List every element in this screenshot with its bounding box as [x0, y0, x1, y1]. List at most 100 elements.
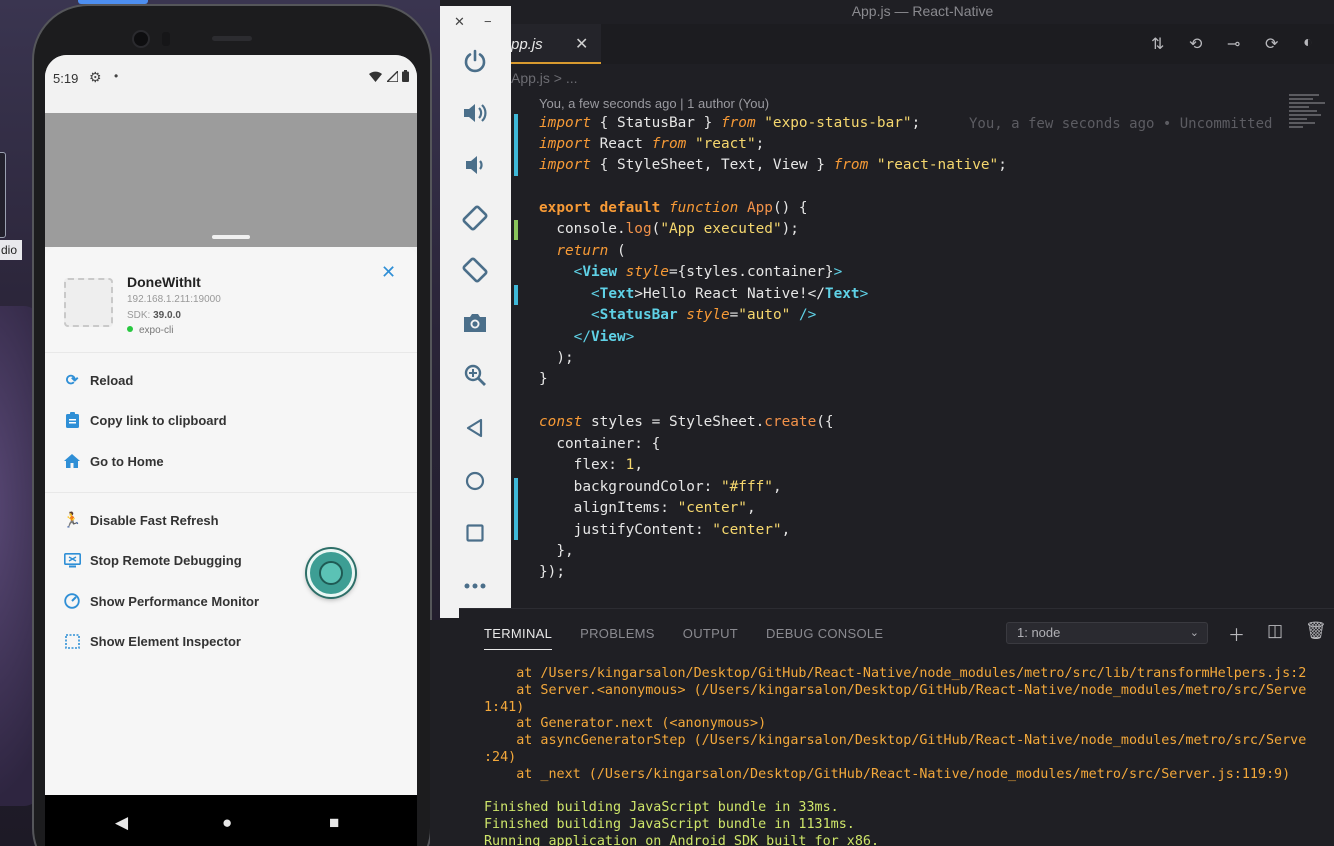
terminal-select-value: 1: node [1017, 625, 1061, 640]
signal-icon [384, 69, 399, 83]
menu-item-element-inspector[interactable]: Show Element Inspector [63, 628, 241, 654]
menu-item-reload[interactable]: ⟳ Reload [63, 367, 134, 393]
tab-close-icon[interactable]: ✕ [575, 34, 588, 54]
background-window-edge[interactable] [0, 152, 6, 238]
tab-label: pp.js [511, 36, 543, 53]
status-dot-icon [127, 326, 133, 332]
gutter-change-marker [514, 478, 518, 540]
status-time: 5:19 [53, 71, 79, 86]
code-line: } [539, 371, 548, 387]
dimmed-app-background[interactable] [45, 113, 417, 247]
battery-icon [402, 70, 409, 82]
sdk-label: SDK: [127, 310, 151, 321]
terminal-line: Running application on Android SDK built… [484, 833, 880, 846]
chevron-down-icon: ⌄ [1189, 627, 1199, 639]
terminal-line: Finished building JavaScript bundle in 1… [484, 817, 855, 833]
power-icon[interactable] [458, 44, 492, 78]
sdk-version: 39.0.0 [153, 310, 181, 321]
menu-item-remote-debugging[interactable]: Stop Remote Debugging [63, 547, 242, 573]
volume-up-icon[interactable] [458, 96, 492, 130]
tab-debug-console[interactable]: DEBUG CONSOLE [766, 626, 883, 650]
tab-problems[interactable]: PROBLEMS [580, 626, 655, 650]
emulator-close-icon[interactable]: ✕ [454, 14, 465, 30]
camera-icon[interactable] [458, 306, 492, 340]
code-line: flex: 1, [539, 457, 643, 473]
codelens-blame[interactable]: You, a few seconds ago | 1 author (You) [539, 96, 769, 111]
nav-home-icon[interactable]: ● [222, 813, 232, 833]
git-lens-icon[interactable]: ◐ [1303, 34, 1313, 52]
menu-item-fast-refresh[interactable]: 🏃 Disable Fast Refresh [63, 507, 219, 533]
app-icon-placeholder [64, 278, 113, 327]
emulator-toolbar: ✕ − [440, 6, 511, 618]
window-title: App.js — React-Native [851, 3, 994, 19]
app-host: 192.168.1.211:19000 [127, 294, 221, 305]
rotate-right-icon[interactable] [458, 253, 492, 287]
terminal-line: 1:41) [484, 699, 525, 715]
compare-changes-icon[interactable]: ⇅ [1151, 34, 1164, 54]
code-line: <View style={styles.container}> [539, 264, 843, 280]
gutter-change-marker [514, 220, 518, 240]
previous-change-icon[interactable]: ⟲ [1189, 34, 1202, 54]
menu-item-copy-link[interactable]: Copy link to clipboard [63, 407, 227, 433]
code-line: justifyContent: "center", [539, 522, 791, 538]
earpiece-speaker [212, 36, 252, 41]
home-icon [63, 452, 81, 470]
terminal-line: Finished building JavaScript bundle in 3… [484, 800, 839, 816]
breadcrumb[interactable]: App.js > ... [511, 70, 578, 86]
terminal-line: :24) [484, 749, 517, 765]
editor-tab-bar: pp.js ✕ [511, 24, 1334, 64]
split-terminal-icon[interactable]: ◫ [1267, 621, 1283, 641]
terminal-select[interactable]: 1: node ⌄ [1006, 622, 1208, 644]
touch-indicator [307, 549, 355, 597]
sheet-drag-handle[interactable] [212, 235, 250, 239]
code-line: }, [539, 543, 574, 559]
menu-item-performance-monitor[interactable]: Show Performance Monitor [63, 588, 259, 614]
code-editor[interactable]: You, a few seconds ago | 1 author (You) … [511, 92, 1334, 602]
terminal-line: at Generator.next (<anonymous>) [484, 716, 767, 732]
tab-app-js[interactable]: pp.js ✕ [511, 24, 601, 64]
code-line: alignItems: "center", [539, 500, 756, 516]
menu-item-label: Go to Home [90, 453, 164, 469]
terminal-line: at /Users/kingarsalon/Desktop/GitHub/Rea… [484, 666, 1307, 681]
minimap[interactable] [1289, 92, 1333, 148]
device-screen[interactable]: 5:19 ⚙ • DoneWithIt 192.168.1.211:19000 … [45, 55, 417, 846]
rotate-left-icon[interactable] [458, 201, 492, 235]
git-commit-icon[interactable]: ⊸ [1227, 34, 1240, 54]
app-info-header: DoneWithIt 192.168.1.211:19000 SDK: 39.0… [45, 247, 417, 353]
back-icon[interactable] [458, 411, 492, 445]
more-icon[interactable] [458, 569, 492, 603]
app-sdk: SDK: 39.0.0 [127, 310, 181, 321]
nav-back-icon[interactable]: ◀ [115, 813, 128, 833]
trash-icon[interactable]: 🗑 [1305, 621, 1327, 641]
volume-down-icon[interactable] [458, 148, 492, 182]
tab-output[interactable]: OUTPUT [683, 626, 738, 650]
overview-icon[interactable] [458, 516, 492, 550]
android-nav-bar: ◀ ● ■ [45, 795, 417, 846]
dock-label: dio [0, 240, 22, 260]
select-box-icon [63, 632, 81, 650]
terminal-line: at asyncGeneratorStep (/Users/kingarsalo… [484, 733, 1307, 749]
tab-terminal[interactable]: TERMINAL [484, 626, 553, 650]
emulator-minimize-icon[interactable]: − [484, 14, 492, 29]
zoom-icon[interactable] [458, 358, 492, 392]
new-terminal-icon[interactable]: ＋ [1228, 621, 1245, 646]
app-name: DoneWithIt [127, 274, 201, 290]
code-line: ); [539, 350, 574, 366]
menu-item-go-home[interactable]: Go to Home [63, 448, 164, 474]
close-icon[interactable]: ✕ [381, 262, 396, 283]
code-line: </View> [539, 329, 635, 345]
next-change-icon[interactable]: ⟳ [1265, 34, 1278, 54]
front-camera [132, 30, 150, 48]
code-line: <Text>Hello React Native!</Text> [539, 286, 869, 302]
nav-overview-icon[interactable]: ■ [329, 813, 339, 833]
menu-item-label: Show Performance Monitor [90, 593, 260, 609]
sidebar-edge [430, 620, 459, 846]
menu-item-label: Stop Remote Debugging [90, 552, 242, 568]
terminal-output[interactable]: at /Users/kingarsalon/Desktop/GitHub/Rea… [484, 666, 1306, 846]
android-status-bar: 5:19 ⚙ • [45, 55, 417, 113]
runtime-label: expo-cli [139, 325, 174, 336]
gutter-change-marker [514, 114, 518, 176]
terminal-line: at Server.<anonymous> (/Users/kingarsalo… [484, 682, 1307, 698]
home-circle-icon[interactable] [458, 464, 492, 498]
